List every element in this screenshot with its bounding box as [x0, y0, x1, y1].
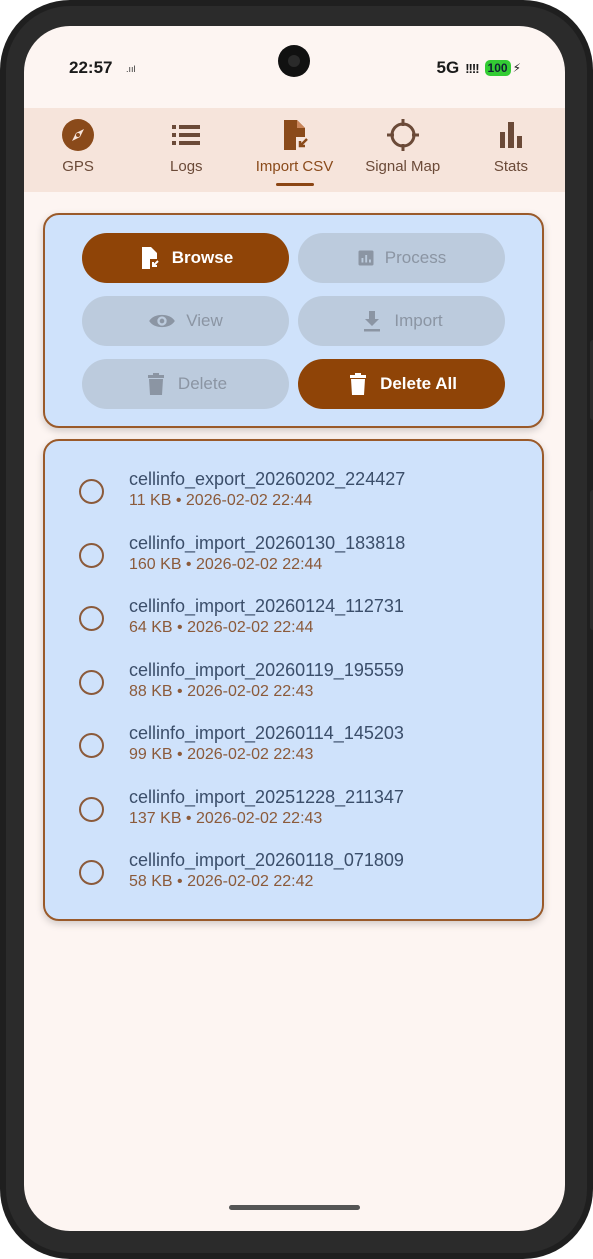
- radio-button[interactable]: [79, 733, 104, 758]
- radio-button[interactable]: [79, 670, 104, 695]
- tab-signal-map[interactable]: Signal Map: [349, 108, 457, 192]
- signal-icon: !!!!: [465, 60, 479, 76]
- radio-button[interactable]: [79, 606, 104, 631]
- radio-button[interactable]: [79, 479, 104, 504]
- actions-card: Browse Process View Import Delete Delete…: [43, 213, 544, 428]
- list-icon: [172, 125, 201, 145]
- active-tab-indicator: [275, 183, 314, 186]
- tab-label: Import CSV: [255, 158, 334, 175]
- import-button[interactable]: Import: [298, 296, 505, 346]
- tab-label: Signal Map: [365, 158, 441, 175]
- tab-import-csv[interactable]: Import CSV: [240, 108, 348, 192]
- file-meta: 11 KB • 2026-02-02 22:44: [129, 492, 313, 509]
- file-name: cellinfo_import_20260119_195559: [129, 660, 404, 680]
- import-label: Import: [394, 311, 443, 330]
- file-meta: 64 KB • 2026-02-02 22:44: [129, 619, 314, 636]
- list-item[interactable]: cellinfo_import_20260130_183818 160 KB •…: [45, 529, 542, 589]
- file-import-icon: [283, 120, 310, 151]
- list-item[interactable]: cellinfo_import_20260124_112731 64 KB • …: [45, 592, 542, 652]
- trash-icon: [350, 373, 367, 395]
- process-label: Process: [384, 248, 447, 267]
- file-name: cellinfo_import_20260124_112731: [129, 596, 404, 616]
- list-item[interactable]: cellinfo_import_20260119_195559 88 KB • …: [45, 656, 542, 716]
- file-name: cellinfo_import_20260118_071809: [129, 850, 404, 870]
- browse-label: Browse: [171, 248, 234, 267]
- radio-button[interactable]: [79, 543, 104, 568]
- status-bar: 22:57 .ııl 5G !!!! 100 ⚡: [24, 26, 565, 108]
- tab-bar: GPS Logs Import CSV Signal Map Stats: [24, 108, 565, 192]
- home-indicator[interactable]: [229, 1205, 360, 1210]
- tab-label: Stats: [493, 158, 528, 175]
- browse-button[interactable]: Browse: [82, 233, 289, 283]
- file-meta: 58 KB • 2026-02-02 22:42: [129, 873, 314, 890]
- analytics-icon: [358, 250, 374, 266]
- view-button[interactable]: View: [82, 296, 289, 346]
- view-label: View: [186, 311, 223, 330]
- phone-frame: 22:57 .ııl 5G !!!! 100 ⚡ GPS Logs Import…: [0, 0, 593, 1259]
- delete-button[interactable]: Delete: [82, 359, 289, 409]
- file-import-icon: [141, 247, 160, 269]
- file-meta: 88 KB • 2026-02-02 22:43: [129, 683, 314, 700]
- tab-stats[interactable]: Stats: [457, 108, 565, 192]
- delete-all-button[interactable]: Delete All: [298, 359, 505, 409]
- file-meta: 99 KB • 2026-02-02 22:43: [129, 746, 314, 763]
- tab-logs[interactable]: Logs: [132, 108, 240, 192]
- battery-icon: 100: [484, 60, 511, 76]
- radio-button[interactable]: [79, 797, 104, 822]
- trash-icon: [147, 373, 164, 395]
- tab-label: GPS: [62, 158, 94, 175]
- notification-icon: .ııl: [126, 64, 136, 74]
- delete-all-label: Delete All: [380, 374, 457, 393]
- list-item[interactable]: cellinfo_import_20251228_211347 137 KB •…: [45, 783, 542, 843]
- radio-button[interactable]: [79, 860, 104, 885]
- list-item[interactable]: cellinfo_export_20260202_224427 11 KB • …: [45, 465, 542, 525]
- file-name: cellinfo_import_20260130_183818: [129, 533, 406, 553]
- network-type: 5G: [436, 58, 460, 77]
- screen: 22:57 .ııl 5G !!!! 100 ⚡ GPS Logs Import…: [24, 26, 565, 1231]
- list-item[interactable]: cellinfo_import_20260114_145203 99 KB • …: [45, 719, 542, 779]
- tab-label: Logs: [170, 158, 203, 175]
- file-list: cellinfo_export_20260202_224427 11 KB • …: [43, 439, 544, 921]
- tab-gps[interactable]: GPS: [24, 108, 132, 192]
- list-item[interactable]: cellinfo_import_20260118_071809 58 KB • …: [45, 846, 542, 906]
- charging-icon: ⚡: [512, 61, 521, 75]
- crosshair-icon: [386, 119, 419, 151]
- process-button[interactable]: Process: [298, 233, 505, 283]
- file-name: cellinfo_import_20251228_211347: [129, 787, 404, 807]
- file-name: cellinfo_export_20260202_224427: [129, 469, 406, 489]
- status-indicators: 5G !!!! 100 ⚡: [437, 58, 521, 78]
- eye-icon: [149, 314, 176, 328]
- bar-chart-icon: [499, 122, 522, 148]
- file-meta: 160 KB • 2026-02-02 22:44: [129, 556, 323, 573]
- file-name: cellinfo_import_20260114_145203: [129, 723, 404, 743]
- compass-icon: [62, 119, 95, 151]
- delete-label: Delete: [177, 374, 228, 393]
- download-icon: [364, 311, 381, 332]
- status-time: 22:57: [69, 58, 113, 77]
- file-meta: 137 KB • 2026-02-02 22:43: [129, 810, 323, 827]
- front-camera: [278, 45, 310, 77]
